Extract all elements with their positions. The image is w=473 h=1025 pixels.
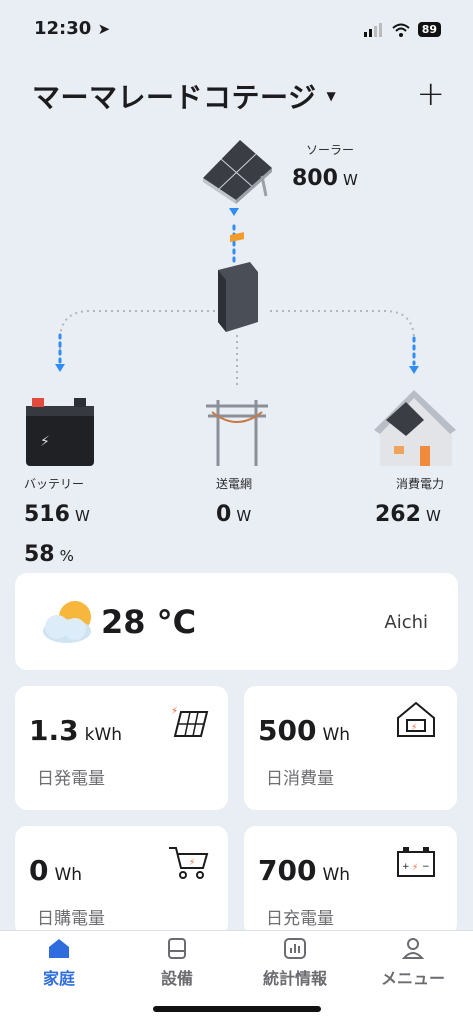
partly-cloudy-icon (43, 601, 91, 643)
grid-label: 送電網 (216, 477, 253, 491)
tab-home[interactable]: 家庭 (0, 937, 118, 989)
home-icon (49, 939, 69, 958)
cart-power-icon: ⚡ (169, 847, 209, 879)
consumption-arrow (409, 366, 419, 374)
power-grid-icon (206, 400, 268, 466)
tab-menu[interactable]: メニュー (354, 937, 472, 989)
consumption-label: 消費電力 (396, 477, 445, 491)
stat-value: 0 Wh (29, 854, 83, 887)
tab-label: 統計情報 (262, 969, 327, 988)
tab-label: 設備 (160, 969, 193, 988)
tab-label: 家庭 (42, 969, 75, 988)
stat-value: 500 Wh (258, 714, 351, 747)
stat-card-generation[interactable]: 1.3 kWh 日発電量 ⚡ (15, 686, 228, 810)
device-icon (168, 938, 186, 959)
stat-label: 日消費量 (266, 769, 334, 789)
solar-panel-icon: ⚡ (171, 706, 209, 737)
house-icon (374, 390, 456, 466)
tab-statistics[interactable]: 統計情報 (236, 937, 354, 989)
battery-charge-icon: + − ⚡ (397, 847, 435, 877)
weather-card[interactable]: 28 °C Aichi (15, 573, 458, 670)
tab-label: メニュー (380, 969, 445, 988)
house-power-icon: ⚡ (397, 701, 435, 737)
inverter-icon (218, 232, 258, 332)
battery-label: バッテリー (24, 477, 85, 491)
solar-label: ソーラー (306, 143, 355, 157)
grid-power: 0W (216, 502, 252, 527)
solar-power: 800 W (292, 166, 358, 191)
battery-power: 516 W (24, 502, 90, 527)
stat-label: 日充電量 (266, 909, 334, 929)
stat-label: 日発電量 (37, 769, 105, 789)
tab-devices[interactable]: 設備 (118, 937, 236, 989)
stat-label: 日購電量 (37, 909, 105, 929)
stat-value: 1.3 kWh (29, 714, 123, 747)
battery-icon: ⚡ (26, 398, 94, 466)
svg-text:⚡: ⚡ (411, 723, 417, 733)
battery-arrow (55, 364, 65, 372)
stat-card-charge[interactable]: 700 Wh 日充電量 + − ⚡ (244, 826, 457, 936)
svg-text:⚡: ⚡ (171, 706, 178, 717)
stat-value: 700 Wh (258, 854, 351, 887)
flow-line-right (270, 310, 415, 341)
battery-soc: 58% (24, 542, 74, 567)
temperature: 28 °C (101, 603, 197, 641)
solar-arrow (229, 208, 239, 216)
svg-text:+: + (402, 862, 410, 872)
flow-line-left (59, 310, 215, 352)
home-indicator (153, 1006, 321, 1012)
chart-icon (284, 938, 306, 959)
stat-card-purchase[interactable]: 0 Wh 日購電量 ⚡ (15, 826, 228, 936)
svg-text:⚡: ⚡ (412, 863, 418, 873)
svg-text:−: − (422, 862, 430, 872)
svg-text:⚡: ⚡ (189, 858, 195, 868)
user-icon (401, 938, 425, 959)
stat-card-consumption[interactable]: 500 Wh 日消費量 ⚡ (244, 686, 457, 810)
svg-text:⚡: ⚡ (40, 434, 50, 450)
consumption-power: 262 W (375, 502, 441, 527)
weather-location: Aichi (384, 612, 428, 633)
solar-panel-icon (203, 140, 272, 204)
